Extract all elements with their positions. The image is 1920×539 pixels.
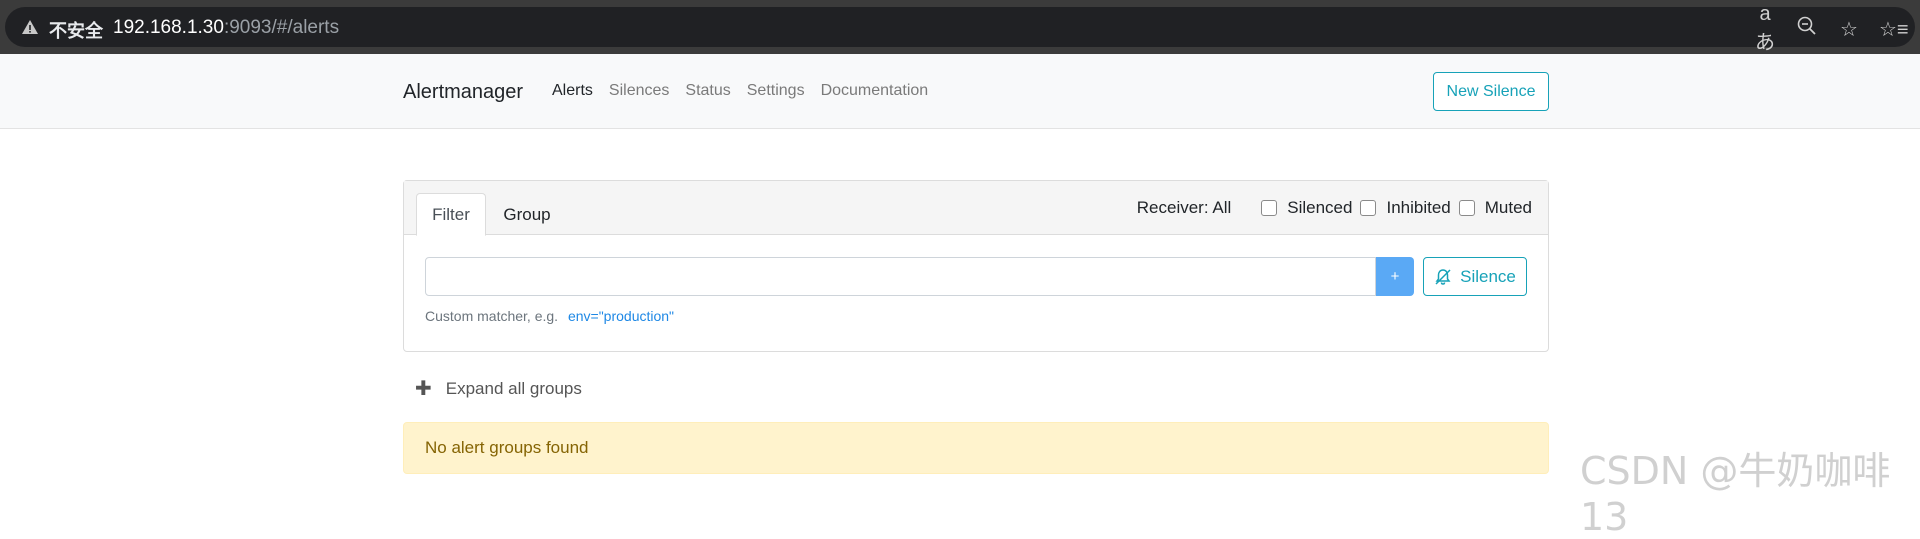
new-silence-button[interactable]: New Silence [1433, 72, 1549, 111]
nav-links: Alerts Silences Status Settings Document… [552, 82, 928, 100]
filter-card: Filter Group Receiver: All Silenced Inhi… [403, 180, 1549, 352]
address-bar[interactable]: 不安全 192.168.1.30:9093/#/alerts aあ ☆ ☆≡ [5, 3, 1915, 54]
muted-checkbox[interactable]: Muted [1458, 198, 1538, 218]
favorites-list-icon[interactable]: ☆≡ [1879, 17, 1909, 42]
nav-silences[interactable]: Silences [609, 82, 669, 100]
silence-button[interactable]: Silence [1423, 257, 1527, 296]
checkbox-label: Muted [1484, 198, 1532, 217]
tab-group[interactable]: Group [492, 193, 562, 236]
browser-toolbar: 不安全 192.168.1.30:9093/#/alerts aあ ☆ ☆≡ [0, 0, 1920, 54]
matcher-hint: Custom matcher, e.g. env="production" [425, 308, 674, 324]
inhibited-checkbox[interactable]: Inhibited [1360, 198, 1456, 218]
checkbox-box[interactable] [1458, 200, 1475, 216]
favorite-star-icon[interactable]: ☆ [1837, 17, 1861, 42]
silence-button-label: Silence [1460, 266, 1516, 286]
nav-status[interactable]: Status [685, 82, 730, 100]
matcher-input[interactable] [425, 257, 1376, 296]
receiver-selector[interactable]: Receiver: All [1137, 198, 1231, 218]
watermark: CSDN @牛奶咖啡13 [1580, 449, 1891, 539]
brand-logo[interactable]: Alertmanager [403, 81, 523, 104]
nav-settings[interactable]: Settings [747, 82, 805, 100]
plus-icon: ✚ [415, 378, 432, 400]
checkbox-box[interactable] [1360, 200, 1377, 216]
card-header: Filter Group Receiver: All Silenced Inhi… [404, 181, 1548, 236]
add-matcher-button[interactable]: + [1376, 257, 1414, 296]
checkbox-box[interactable] [1261, 200, 1278, 216]
hint-label: Custom matcher, e.g. [425, 308, 559, 324]
read-aloud-icon[interactable]: aあ [1753, 3, 1777, 55]
zoom-out-icon[interactable] [1795, 16, 1819, 42]
app-navbar: Alertmanager Alerts Silences Status Sett… [0, 54, 1920, 129]
hint-example: env="production" [567, 308, 675, 324]
expand-label: Expand all groups [445, 378, 582, 398]
silenced-checkbox[interactable]: Silenced [1261, 198, 1358, 218]
nav-documentation[interactable]: Documentation [821, 82, 929, 100]
no-alerts-message: No alert groups found [403, 422, 1549, 474]
tab-filter[interactable]: Filter [416, 193, 486, 236]
warning-icon[interactable] [21, 19, 39, 35]
bell-slash-icon [1435, 268, 1451, 285]
nav-alerts[interactable]: Alerts [552, 82, 593, 100]
url-text[interactable]: 192.168.1.30:9093/#/alerts [113, 17, 339, 39]
checkbox-label: Inhibited [1386, 198, 1451, 217]
expand-all-groups[interactable]: ✚ Expand all groups [415, 376, 582, 401]
security-label[interactable]: 不安全 [49, 17, 103, 43]
checkbox-label: Silenced [1287, 198, 1353, 217]
